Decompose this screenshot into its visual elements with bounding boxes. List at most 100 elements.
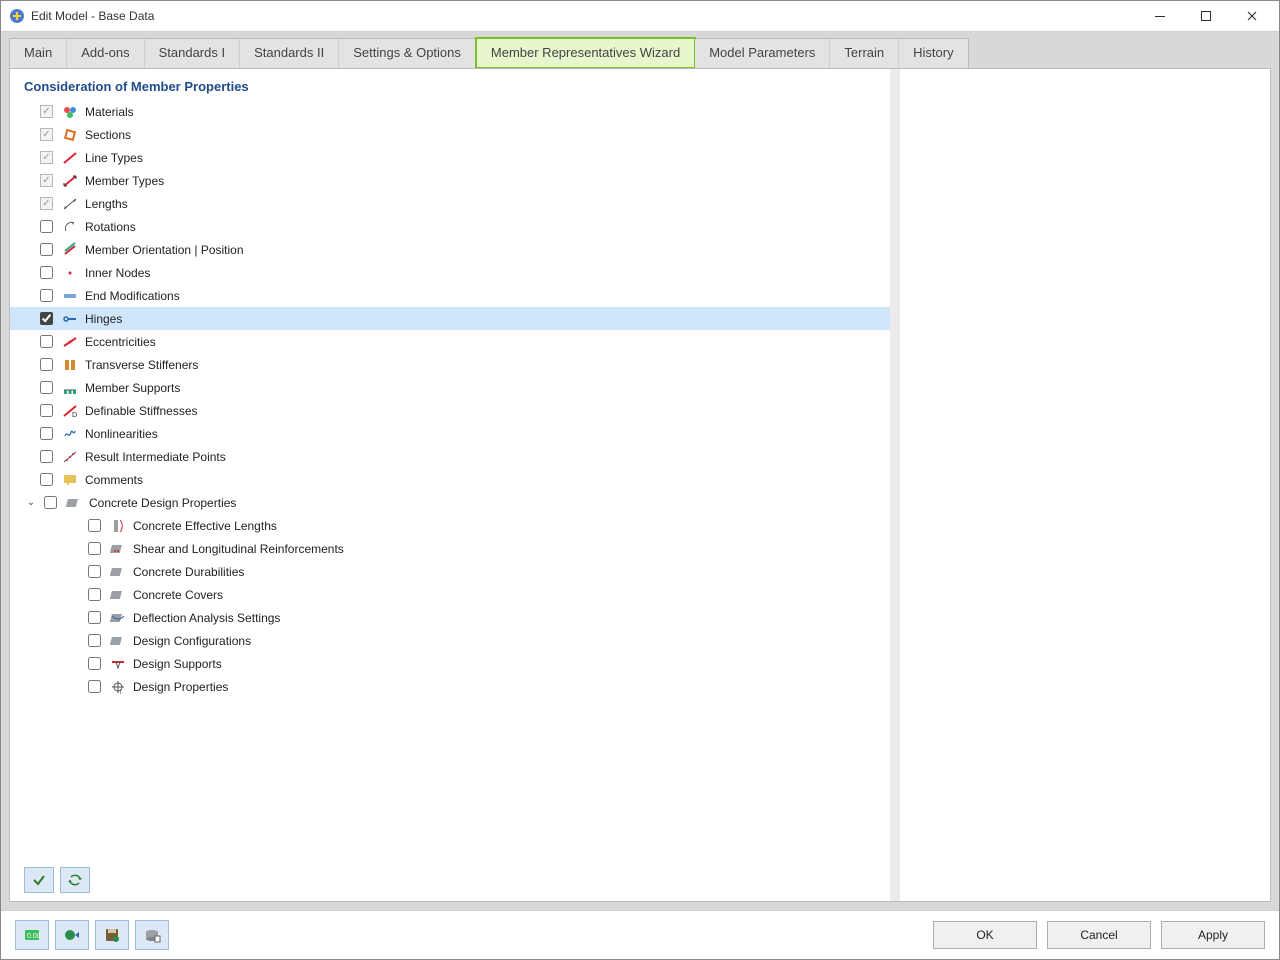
item-label: Result Intermediate Points (85, 450, 226, 464)
tab-member-representatives-wizard[interactable]: Member Representatives Wizard (475, 37, 696, 69)
item-checkbox[interactable] (88, 542, 101, 555)
item-checkbox[interactable] (40, 427, 53, 440)
property-tree[interactable]: ✓Materials✓Sections✓Line Types✓Member Ty… (10, 100, 890, 901)
database-button[interactable] (135, 920, 169, 950)
item-checkbox[interactable] (40, 381, 53, 394)
item-checkbox[interactable] (88, 657, 101, 670)
item-checkbox[interactable] (40, 335, 53, 348)
tab-terrain[interactable]: Terrain (830, 39, 899, 68)
tab-standards-ii[interactable]: Standards II (240, 39, 339, 68)
tree-item-member-types[interactable]: ✓Member Types (10, 169, 890, 192)
item-label: Concrete Durabilities (133, 565, 244, 579)
locked-checkbox: ✓ (40, 197, 53, 210)
item-checkbox[interactable] (88, 634, 101, 647)
item-checkbox[interactable] (44, 496, 57, 509)
tree-item-inner-nodes[interactable]: Inner Nodes (10, 261, 890, 284)
item-checkbox[interactable] (88, 680, 101, 693)
item-checkbox[interactable] (40, 289, 53, 302)
edit-model-dialog: Edit Model - Base Data MainAdd-onsStanda… (0, 0, 1280, 960)
result-points-icon (61, 449, 79, 465)
tab-main[interactable]: Main (10, 39, 67, 68)
expand-toggle[interactable]: ⌄ (22, 497, 40, 508)
item-checkbox[interactable] (40, 358, 53, 371)
app-icon (9, 8, 25, 24)
tree-item-shear-and-longitudinal-reinforcements[interactable]: Shear and Longitudinal Reinforcements (10, 537, 890, 560)
ok-button[interactable]: OK (933, 921, 1037, 949)
tree-item-deflection-analysis-settings[interactable]: Deflection Analysis Settings (10, 606, 890, 629)
titlebar: Edit Model - Base Data (1, 1, 1279, 32)
export-button[interactable] (55, 920, 89, 950)
tree-item-rotations[interactable]: Rotations (10, 215, 890, 238)
supports-icon (61, 380, 79, 396)
item-checkbox[interactable] (40, 473, 53, 486)
tree-item-definable-stiffnesses[interactable]: DDefinable Stiffnesses (10, 399, 890, 422)
tree-item-sections[interactable]: ✓Sections (10, 123, 890, 146)
rotations-icon (61, 219, 79, 235)
item-label: Shear and Longitudinal Reinforcements (133, 542, 344, 556)
item-checkbox[interactable] (40, 243, 53, 256)
tree-item-concrete-design-properties[interactable]: ⌄ Concrete Design Properties (10, 491, 890, 514)
tree-item-nonlinearities[interactable]: Nonlinearities (10, 422, 890, 445)
minimize-button[interactable] (1137, 1, 1183, 31)
design-config-icon (109, 633, 127, 649)
item-label: Concrete Design Properties (89, 496, 236, 510)
tree-item-transverse-stiffeners[interactable]: Transverse Stiffeners (10, 353, 890, 376)
footer-toolbar: 0.00 (15, 920, 169, 950)
svg-text:I: I (120, 690, 122, 695)
tree-item-concrete-durabilities[interactable]: Concrete Durabilities (10, 560, 890, 583)
item-checkbox[interactable] (88, 588, 101, 601)
tree-item-eccentricities[interactable]: Eccentricities (10, 330, 890, 353)
dialog-body: MainAdd-onsStandards IStandards IISettin… (1, 32, 1279, 910)
reset-selection-button[interactable] (60, 867, 90, 893)
tab-add-ons[interactable]: Add-ons (67, 39, 144, 68)
line-types-icon (61, 150, 79, 166)
item-label: Transverse Stiffeners (85, 358, 198, 372)
tree-item-lengths[interactable]: ✓Lengths (10, 192, 890, 215)
item-checkbox[interactable] (40, 404, 53, 417)
item-label: Comments (85, 473, 143, 487)
tree-item-result-intermediate-points[interactable]: Result Intermediate Points (10, 445, 890, 468)
tree-item-end-modifications[interactable]: End Modifications (10, 284, 890, 307)
end-mod-icon (61, 288, 79, 304)
tree-item-hinges[interactable]: Hinges (10, 307, 890, 330)
tab-standards-i[interactable]: Standards I (145, 39, 241, 68)
lengths-icon (61, 196, 79, 212)
tree-item-member-supports[interactable]: Member Supports (10, 376, 890, 399)
tab-history[interactable]: History (899, 39, 967, 68)
item-checkbox[interactable] (40, 220, 53, 233)
item-checkbox[interactable] (88, 611, 101, 624)
units-button[interactable]: 0.00 (15, 920, 49, 950)
item-label: Design Configurations (133, 634, 251, 648)
tree-item-line-types[interactable]: ✓Line Types (10, 146, 890, 169)
design-supports-icon (109, 656, 127, 672)
tab-settings-options[interactable]: Settings & Options (339, 39, 476, 68)
cancel-button[interactable]: Cancel (1047, 921, 1151, 949)
tree-item-comments[interactable]: Comments (10, 468, 890, 491)
sections-icon (61, 127, 79, 143)
item-label: Design Supports (133, 657, 222, 671)
item-checkbox[interactable] (88, 519, 101, 532)
item-label: Nonlinearities (85, 427, 158, 441)
item-checkbox[interactable] (88, 565, 101, 578)
tree-item-design-properties[interactable]: IDesign Properties (10, 675, 890, 698)
save-settings-button[interactable] (95, 920, 129, 950)
tree-item-design-configurations[interactable]: Design Configurations (10, 629, 890, 652)
item-checkbox[interactable] (40, 266, 53, 279)
covers-icon (109, 587, 127, 603)
property-tree-panel: Consideration of Member Properties ✓Mate… (10, 69, 900, 901)
item-checkbox[interactable] (40, 450, 53, 463)
tree-item-member-orientation-position[interactable]: Member Orientation | Position (10, 238, 890, 261)
item-label: Materials (85, 105, 134, 119)
tree-item-concrete-covers[interactable]: Concrete Covers (10, 583, 890, 606)
close-button[interactable] (1229, 1, 1275, 31)
maximize-button[interactable] (1183, 1, 1229, 31)
apply-button[interactable]: Apply (1161, 921, 1265, 949)
item-checkbox[interactable] (40, 312, 53, 325)
tree-item-materials[interactable]: ✓Materials (10, 100, 890, 123)
tree-item-design-supports[interactable]: Design Supports (10, 652, 890, 675)
tab-model-parameters[interactable]: Model Parameters (695, 39, 830, 68)
item-label: Member Types (85, 174, 164, 188)
check-all-button[interactable] (24, 867, 54, 893)
concrete-length-icon (109, 518, 127, 534)
tree-item-concrete-effective-lengths[interactable]: Concrete Effective Lengths (10, 514, 890, 537)
